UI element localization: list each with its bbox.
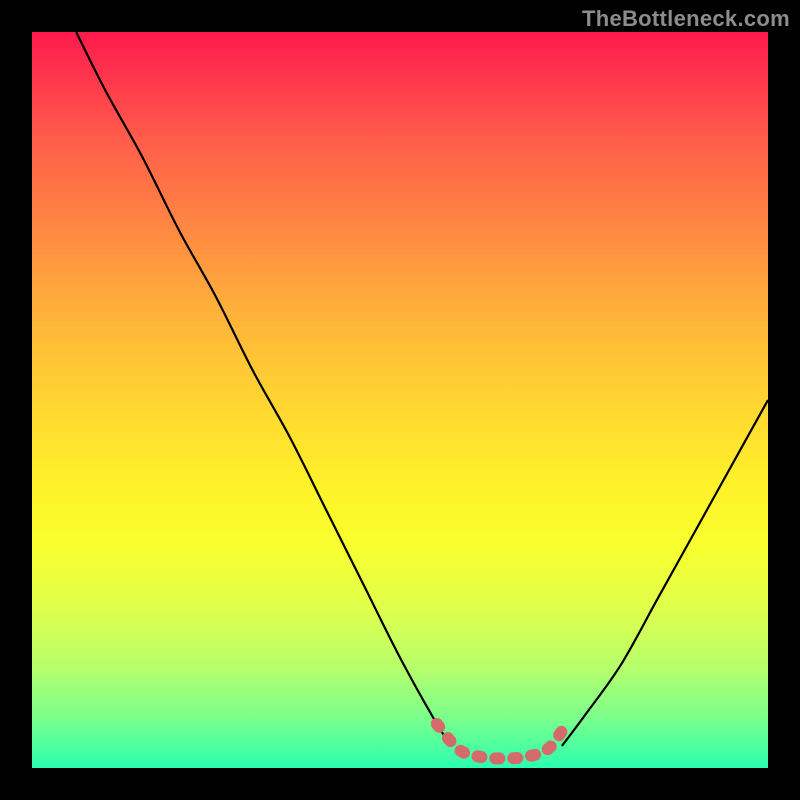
curve-group bbox=[76, 32, 768, 758]
right-curve-path bbox=[562, 400, 768, 746]
valley-highlight-path bbox=[437, 724, 562, 759]
left-curve-path bbox=[76, 32, 451, 746]
plot-area bbox=[32, 32, 768, 768]
curves-layer bbox=[32, 32, 768, 768]
chart-frame: TheBottleneck.com bbox=[0, 0, 800, 800]
watermark-text: TheBottleneck.com bbox=[582, 6, 790, 32]
